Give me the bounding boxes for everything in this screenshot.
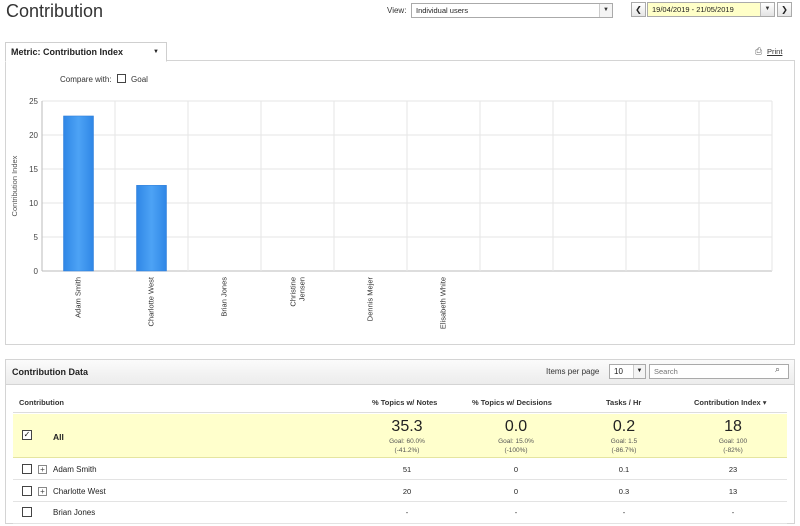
expand-icon[interactable]: + bbox=[38, 465, 47, 474]
cell-topics-decisions: 0 bbox=[513, 465, 519, 474]
cell-topics-notes: 51 bbox=[402, 465, 412, 474]
all-tasks-hr-goal: Goal: 1.5 (-86.7%) bbox=[584, 437, 664, 455]
metric-tab-label: Metric: Contribution Index bbox=[11, 47, 123, 57]
goal-diff: (-100%) bbox=[504, 447, 528, 454]
cell-topics-decisions: 0 bbox=[513, 487, 519, 496]
all-topics-decisions-goal: Goal: 15.0% (-100%) bbox=[476, 437, 556, 455]
metric-tab[interactable]: Metric: Contribution Index ▼ bbox=[5, 42, 167, 62]
chart-y-ticks: 0 5 10 15 20 25 bbox=[29, 97, 38, 276]
all-topics-notes-value: 35.3 bbox=[391, 418, 423, 435]
all-topics-decisions-value: 0.0 bbox=[504, 418, 528, 435]
col-header-contribution-index[interactable]: Contribution Index ▾ bbox=[694, 398, 767, 407]
goal-text: Goal: 100 bbox=[718, 438, 748, 445]
col-header-contribution[interactable]: Contribution bbox=[19, 398, 64, 407]
row-name: Brian Jones bbox=[53, 508, 96, 517]
goal-text: Goal: 60.0% bbox=[389, 438, 425, 445]
expand-icon[interactable]: + bbox=[38, 487, 47, 496]
cell-contribution-index: - bbox=[731, 508, 735, 517]
y-tick-label: 15 bbox=[29, 165, 38, 174]
x-tick-label: Adam Smith bbox=[74, 277, 83, 318]
caret-down-icon: ▼ bbox=[153, 49, 159, 55]
cell-contribution-index: 23 bbox=[728, 465, 738, 474]
goal-diff: (-41.2%) bbox=[394, 447, 420, 454]
data-panel-title: Contribution Data bbox=[12, 367, 88, 377]
x-tick-label: Brian Jones bbox=[220, 277, 229, 317]
bar-1[interactable] bbox=[136, 185, 167, 272]
cell-topics-decisions: - bbox=[514, 508, 518, 517]
row-checkbox[interactable] bbox=[22, 486, 32, 496]
x-tick-label: Dennis Mejer bbox=[366, 277, 375, 322]
cell-tasks-hr: 0.3 bbox=[618, 487, 630, 496]
y-tick-label: 5 bbox=[34, 233, 39, 242]
x-tick-label: Charlotte West bbox=[147, 276, 156, 326]
goal-text: Goal: 1.5 bbox=[610, 438, 638, 445]
row-name: Charlotte West bbox=[53, 487, 106, 496]
goal-diff: (-82%) bbox=[723, 447, 743, 454]
chevron-down-icon: ▼ bbox=[633, 365, 645, 378]
goal-diff: (-86.7%) bbox=[611, 447, 637, 454]
y-tick-label: 25 bbox=[29, 97, 38, 106]
cell-contribution-index: 13 bbox=[728, 487, 738, 496]
col-header-topics-notes[interactable]: % Topics w/ Notes bbox=[372, 398, 437, 407]
cell-tasks-hr: 0.1 bbox=[618, 465, 630, 474]
search-input[interactable] bbox=[649, 364, 789, 379]
col-header-tasks-hr[interactable]: Tasks / Hr bbox=[606, 398, 641, 407]
items-per-page-label: Items per page bbox=[546, 367, 600, 376]
header-divider bbox=[13, 412, 787, 413]
x-tick-label: ChristineJensen bbox=[289, 277, 307, 307]
all-checkbox[interactable]: ✓ bbox=[22, 430, 32, 440]
row-checkbox[interactable] bbox=[22, 464, 32, 474]
row-checkbox[interactable] bbox=[22, 507, 32, 517]
x-tick-label: Elisabeth White bbox=[439, 277, 448, 329]
chart-x-labels: Adam Smith Charlotte West Brian Jones Chris… bbox=[74, 276, 448, 329]
row-name: Adam Smith bbox=[53, 465, 97, 474]
cell-tasks-hr: - bbox=[622, 508, 626, 517]
chart-y-axis-label: Contribution Index bbox=[10, 155, 19, 216]
all-row-label: All bbox=[53, 432, 64, 442]
items-per-page-select[interactable]: 10 ▼ bbox=[609, 364, 646, 379]
bar-0[interactable] bbox=[63, 115, 94, 272]
all-topics-notes-goal: Goal: 60.0% (-41.2%) bbox=[367, 437, 447, 455]
all-contribution-index-goal: Goal: 100 (-82%) bbox=[693, 437, 773, 455]
y-tick-label: 0 bbox=[34, 267, 39, 276]
cell-topics-notes: - bbox=[405, 508, 409, 517]
col-header-topics-decisions[interactable]: % Topics w/ Decisions bbox=[472, 398, 552, 407]
y-tick-label: 20 bbox=[29, 131, 38, 140]
search-icon[interactable]: ⌕ bbox=[775, 364, 780, 375]
goal-text: Goal: 15.0% bbox=[498, 438, 534, 445]
items-per-page-value: 10 bbox=[614, 367, 623, 376]
all-tasks-hr-value: 0.2 bbox=[612, 418, 636, 435]
all-contribution-index-value: 18 bbox=[724, 418, 742, 435]
cell-topics-notes: 20 bbox=[402, 487, 412, 496]
y-tick-label: 10 bbox=[29, 199, 38, 208]
